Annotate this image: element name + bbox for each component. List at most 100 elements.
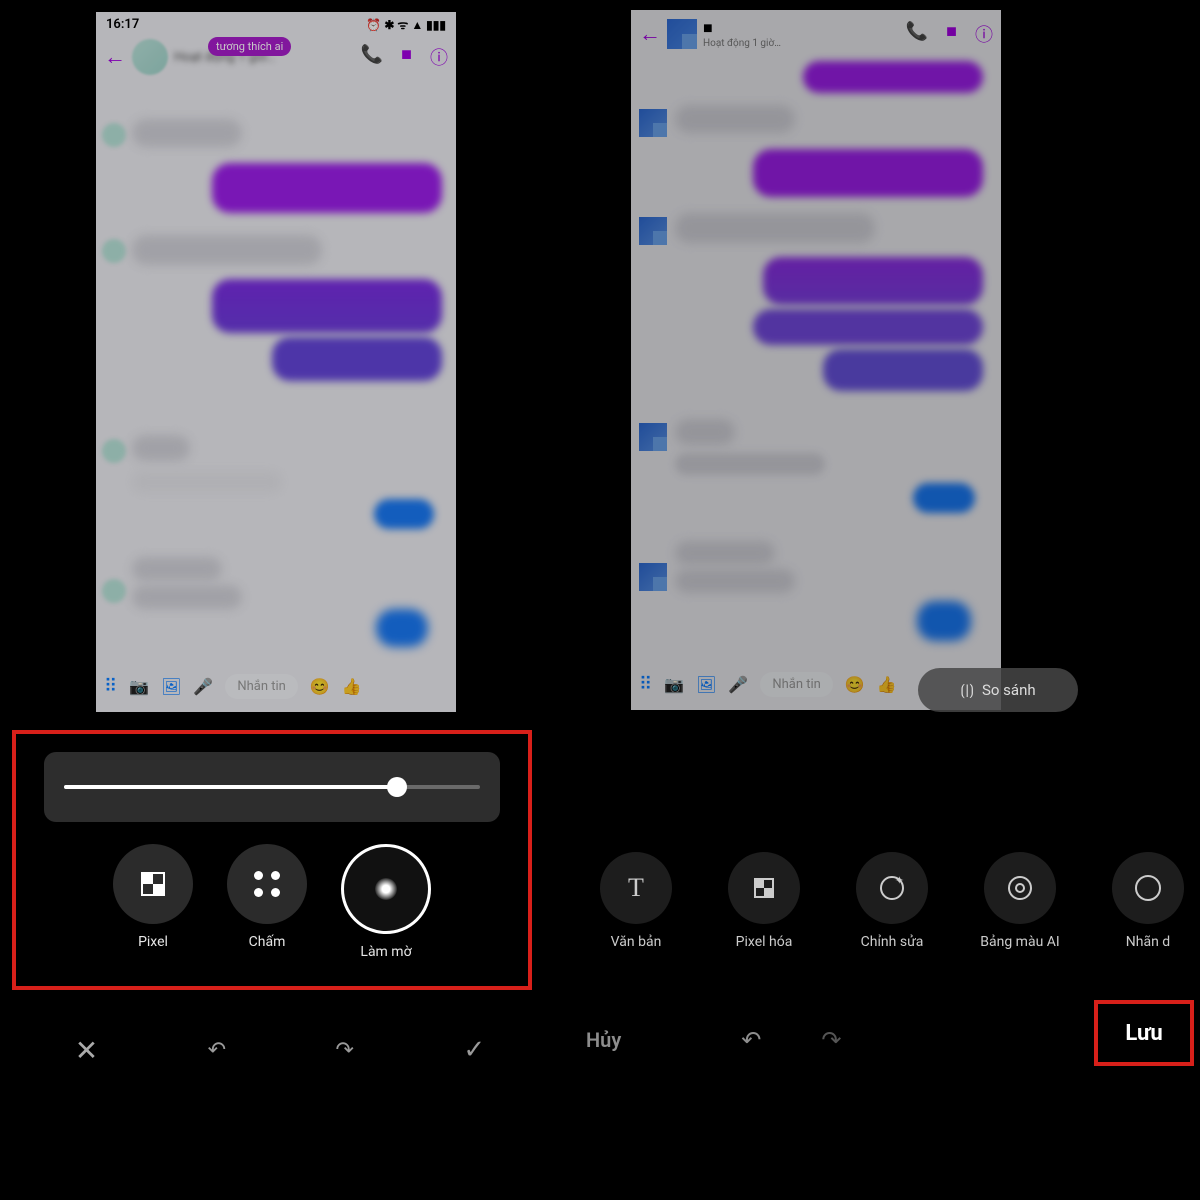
sent-msg (212, 163, 442, 213)
received-msg (132, 557, 222, 581)
tool-sticker-label: Nhãn d (1126, 934, 1170, 950)
right-screenshot: ← ■ Hoạt động 1 giờ… 📞 ■ ⓘ ⠿ � (631, 10, 1001, 710)
redo-icon[interactable]: ↷ (336, 1038, 354, 1063)
tool-pixelate[interactable]: Pixel hóa (710, 852, 818, 982)
msg-avatar (639, 423, 667, 451)
emoji-icon[interactable]: 😊 (845, 675, 865, 694)
blur-tool-panel: Pixel Chấm Làm mờ (12, 730, 532, 990)
msg-avatar (102, 239, 126, 263)
pixel-icon (141, 872, 165, 896)
chat-body (96, 79, 456, 659)
edit-icon (880, 876, 904, 900)
msg-avatar (102, 123, 126, 147)
close-icon[interactable]: ✕ (75, 1034, 98, 1067)
save-button[interactable]: Lưu (1094, 1000, 1194, 1066)
dots-icon (254, 871, 280, 897)
info-icon[interactable]: ⓘ (430, 44, 448, 70)
tool-palette[interactable]: Bảng màu AI (966, 852, 1074, 982)
left-screenshot: 16:17 ⏰ ✱ ᯤ ▲ ▮▮▮ ← Hoạt động 1 giờ… 📞 ■… (96, 12, 456, 712)
redo-icon[interactable]: ↷ (821, 1026, 841, 1054)
msg-avatar (102, 579, 126, 603)
emoji-icon[interactable]: 😊 (310, 677, 330, 696)
apps-icon[interactable]: ⠿ (104, 676, 117, 697)
tool-dot[interactable]: Chấm (227, 844, 307, 960)
received-msg (132, 471, 282, 493)
tool-sticker[interactable]: Nhãn d (1094, 852, 1200, 982)
tool-pixel[interactable]: Pixel (113, 844, 193, 960)
chat-input-bar: ⠿ 📷 🖼 🎤 Nhắn tin 😊 👍 (96, 666, 456, 706)
call-icon[interactable]: 📞 (361, 44, 383, 70)
clock: 16:17 (106, 17, 139, 32)
back-icon[interactable]: ← (639, 21, 661, 47)
mic-icon[interactable]: 🎤 (193, 677, 213, 696)
sent-msg-blue (913, 483, 975, 513)
video-icon[interactable]: ■ (401, 44, 412, 70)
received-msg (132, 235, 322, 265)
msg-avatar (639, 109, 667, 137)
msg-avatar (639, 563, 667, 591)
sent-msg-blue (917, 601, 971, 641)
tool-dot-label: Chấm (249, 934, 286, 950)
received-msg (675, 105, 795, 133)
contact-avatar[interactable] (132, 39, 168, 75)
contact-status: Hoạt động 1 giờ… (703, 38, 781, 49)
tool-blur-label: Làm mờ (360, 944, 411, 960)
back-icon[interactable]: ← (104, 44, 126, 70)
undo-icon[interactable]: ↶ (208, 1038, 226, 1063)
blur-icon (375, 878, 397, 900)
gallery-icon[interactable]: 🖼 (161, 677, 181, 696)
compare-button[interactable]: ⟮|⟯ So sánh (918, 668, 1078, 712)
cancel-button[interactable]: Hủy (586, 1028, 621, 1052)
gallery-icon[interactable]: 🖼 (696, 675, 716, 694)
tool-edit[interactable]: Chỉnh sửa (838, 852, 946, 982)
compare-icon: ⟮|⟯ (960, 681, 974, 699)
tool-blur[interactable]: Làm mờ (341, 844, 431, 960)
edit-toolbar: T Văn bản Pixel hóa Chỉnh sửa Bảng màu A… (568, 852, 1200, 982)
received-msg (675, 213, 875, 243)
video-icon[interactable]: ■ (946, 21, 957, 47)
undo-icon[interactable]: ↶ (741, 1026, 761, 1054)
sent-msg-blue (376, 609, 428, 647)
received-msg (132, 585, 242, 609)
left-footer: ✕ ↶ ↷ ✓ (20, 1020, 540, 1080)
tool-pixelate-label: Pixel hóa (736, 934, 793, 950)
received-msg (675, 453, 825, 475)
confirm-icon[interactable]: ✓ (463, 1035, 485, 1065)
received-msg (132, 435, 190, 461)
received-msg (132, 119, 242, 147)
info-icon[interactable]: ⓘ (975, 21, 993, 47)
apps-icon[interactable]: ⠿ (639, 674, 652, 695)
call-icon[interactable]: 📞 (906, 21, 928, 47)
sent-msg (272, 337, 442, 381)
slider-knob[interactable] (387, 777, 407, 797)
message-input[interactable]: Nhắn tin (225, 674, 298, 699)
contact-avatar[interactable] (667, 19, 697, 49)
sent-msg (212, 279, 442, 333)
msg-avatar (639, 217, 667, 245)
status-bar: 16:17 ⏰ ✱ ᯤ ▲ ▮▮▮ (96, 12, 456, 35)
message-input[interactable]: Nhắn tin (760, 672, 833, 697)
palette-icon (1008, 876, 1032, 900)
tag-chip: tương thích ai (208, 37, 291, 56)
camera-icon[interactable]: 📷 (129, 677, 149, 696)
like-icon[interactable]: 👍 (877, 675, 897, 694)
camera-icon[interactable]: 📷 (664, 675, 684, 694)
msg-avatar (102, 439, 126, 463)
sent-msg (803, 61, 983, 93)
sticker-icon (1135, 875, 1161, 901)
like-icon[interactable]: 👍 (342, 677, 362, 696)
intensity-slider[interactable] (44, 752, 500, 822)
tool-pixel-label: Pixel (138, 934, 168, 950)
sent-msg (753, 149, 983, 197)
received-msg (675, 541, 775, 565)
received-msg (675, 569, 795, 593)
tool-text[interactable]: T Văn bản (582, 852, 690, 982)
sent-msg (763, 257, 983, 305)
received-msg (675, 419, 735, 445)
chat-header: ← Hoạt động 1 giờ… 📞 ■ ⓘ tương thích ai (96, 35, 456, 79)
tool-palette-label: Bảng màu AI (980, 934, 1059, 950)
sent-msg-blue (374, 499, 434, 529)
mic-icon[interactable]: 🎤 (728, 675, 748, 694)
tool-edit-label: Chỉnh sửa (861, 934, 924, 950)
chat-body (631, 53, 1001, 653)
